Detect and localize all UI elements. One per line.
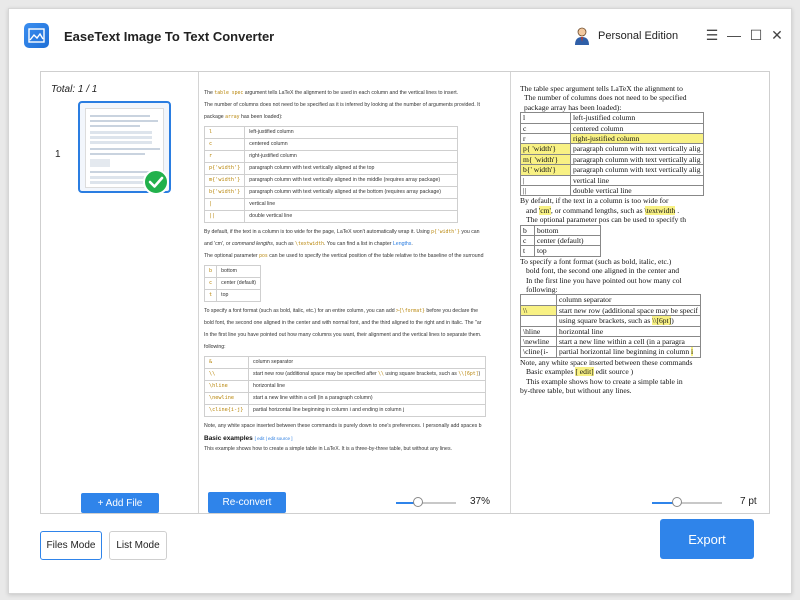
ocr-pos-table: b bottom c center (default) t top	[520, 224, 601, 257]
files-mode-button[interactable]: Files Mode	[40, 531, 102, 560]
doc-paragraph: In the first line you have pointed out h…	[204, 332, 482, 338]
doc-paragraph: This example shows how to create a simpl…	[204, 446, 452, 452]
table-row: column separator	[520, 294, 701, 306]
doc-paragraph: The number of columns does not need to b…	[204, 102, 480, 108]
table-row: \newline start a new line within a cell (…	[520, 335, 701, 348]
doc-paragraph: To specify a font format (such as bold, …	[204, 308, 478, 314]
file-list-panel: Total: 1 / 1 1 + Add File	[41, 72, 199, 513]
table-row: c centered column	[520, 122, 704, 135]
zoom-slider[interactable]	[396, 497, 456, 507]
maximize-icon[interactable]: ☐	[746, 25, 766, 45]
table-row: using square brackets, such as \\[6pt])	[520, 315, 701, 327]
table-row: l left-justified column	[520, 112, 704, 124]
doc-paragraph: following:	[204, 344, 226, 350]
main-panel: Total: 1 / 1 1 + Add File The table spec…	[40, 71, 770, 514]
font-size-value: 7 pt	[740, 496, 757, 507]
add-file-button[interactable]: + Add File	[81, 493, 159, 513]
table-row: | vertical line	[203, 198, 458, 211]
recognized-text-panel[interactable]: The table spec argument tells LaTeX the …	[512, 72, 770, 513]
table-row: t top	[520, 245, 601, 257]
converted-check-icon	[143, 169, 169, 195]
edition-button[interactable]: Personal Edition	[572, 25, 678, 47]
commands-table: & column separator \\ start new row (addit…	[204, 356, 486, 417]
reconvert-button[interactable]: Re-convert	[208, 492, 286, 513]
table-row: b bottom	[203, 265, 262, 278]
font-size-slider-handle[interactable]	[672, 497, 682, 507]
table-row: m{ 'width'} paragraph column with text ve…	[520, 153, 704, 166]
table-row: p{ 'width'} paragraph column with text ve…	[520, 143, 704, 155]
doc-paragraph: bold font, the second one aligned in the…	[204, 320, 482, 326]
pos-table: b bottom c center (default) t top	[203, 265, 262, 302]
doc-paragraph: and 'cm', or command lengths, such as \t…	[204, 241, 413, 247]
app-title: EaseText Image To Text Converter	[64, 29, 275, 44]
doc-paragraph: By default, if the text in a column is t…	[204, 229, 480, 235]
app-logo-icon	[24, 23, 49, 48]
table-row: \cline{i-partial horizontal line beginni…	[520, 346, 701, 358]
table-row: \\ start new row (additional space may be…	[520, 304, 701, 317]
menu-icon[interactable]: ☰	[702, 25, 722, 45]
user-avatar-icon	[572, 26, 592, 46]
table-row: || double vertical line	[520, 184, 704, 197]
table-row: p{'width'} paragraph column with text ver…	[203, 162, 458, 175]
table-row: b{' width'} paragraph column with text ve…	[520, 164, 704, 176]
zoom-slider-handle[interactable]	[413, 497, 423, 507]
table-row: l left-justified column	[203, 126, 458, 139]
spec-table: l left-justified column c centered column …	[203, 126, 458, 223]
export-button[interactable]: Export	[660, 519, 754, 559]
font-size-slider[interactable]	[652, 497, 722, 507]
recognized-text[interactable]: The table spec argument tells LaTeX the …	[520, 84, 770, 395]
file-index: 1	[55, 149, 61, 160]
table-row: || double vertical line	[203, 210, 458, 223]
doc-paragraph: package array has been loaded):	[204, 114, 283, 120]
list-mode-button[interactable]: List Mode	[109, 531, 167, 560]
ocr-spec-table: l left-justified column c centered column …	[520, 112, 704, 197]
close-icon[interactable]: ✕	[767, 25, 787, 45]
table-row: & column separator	[204, 356, 486, 369]
table-row: b bottom	[520, 224, 601, 237]
image-preview-panel: The table spec argument tells LaTeX the …	[200, 72, 511, 513]
table-row: | vertical line	[520, 174, 704, 187]
source-document: The table spec argument tells LaTeX the …	[203, 90, 509, 458]
zoom-value: 37%	[470, 496, 491, 507]
ocr-commands-table: column separator \\ start new row (additi…	[520, 294, 701, 358]
table-row: \hline horizontal line	[204, 380, 486, 393]
table-row: c centered column	[203, 138, 458, 151]
doc-paragraph: The table spec argument tells LaTeX the …	[204, 90, 459, 96]
table-row: t top	[203, 289, 262, 302]
table-row: \newline start a new line within a cell (…	[204, 392, 486, 405]
total-count: Total: 1 / 1	[51, 84, 98, 95]
app-window: EaseText Image To Text Converter Persona…	[8, 8, 792, 594]
doc-heading: Basic examples [ edit | edit source ]	[204, 435, 293, 442]
table-row: c center (default)	[203, 277, 262, 290]
table-row: c center (default)	[520, 234, 601, 247]
doc-paragraph: Note, any white space inserted between t…	[204, 423, 482, 429]
table-row: r right-justified column	[520, 132, 704, 145]
doc-paragraph: The optional parameter pos can be used t…	[204, 253, 484, 259]
table-row: \hline horizontal line	[520, 325, 701, 338]
minimize-icon[interactable]: —	[724, 25, 744, 45]
table-row: \\ start new row (additional space may be…	[204, 368, 486, 381]
table-row: b{'width'} paragraph column with text ver…	[203, 186, 458, 199]
table-row: m{'width'} paragraph column with text ver…	[203, 174, 458, 187]
table-row: \cline{i-j} partial horizontal line begin…	[204, 404, 486, 417]
title-bar: EaseText Image To Text Converter Persona…	[9, 9, 793, 63]
table-row: r right-justified column	[203, 150, 458, 163]
edition-label: Personal Edition	[598, 30, 679, 42]
